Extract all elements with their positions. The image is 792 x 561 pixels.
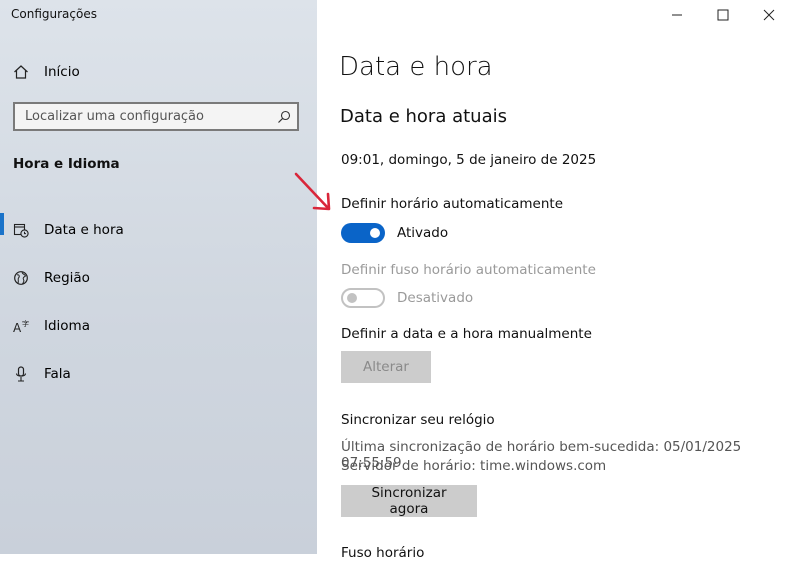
auto-timezone-label: Definir fuso horário automaticamente bbox=[341, 262, 596, 278]
auto-time-toggle[interactable] bbox=[341, 223, 385, 243]
search-icon[interactable] bbox=[271, 110, 297, 124]
app-title: Configurações bbox=[11, 7, 97, 21]
sidebar: Configurações Início Hora e Idioma Data … bbox=[0, 0, 317, 554]
section-heading-current: Data e hora atuais bbox=[340, 106, 507, 127]
timezone-section-title: Fuso horário bbox=[341, 545, 425, 561]
home-label: Início bbox=[44, 64, 80, 80]
sidebar-item-fala[interactable]: Fala bbox=[0, 350, 317, 398]
sidebar-item-label: Idioma bbox=[44, 318, 90, 334]
sidebar-item-label: Data e hora bbox=[44, 222, 124, 238]
svg-text:字: 字 bbox=[22, 319, 29, 328]
sidebar-item-regiao[interactable]: Região bbox=[0, 254, 317, 302]
toggle-knob bbox=[370, 228, 380, 238]
sync-clock-label: Sincronizar seu relógio bbox=[341, 412, 495, 428]
change-button: Alterar bbox=[341, 351, 431, 383]
minimize-icon bbox=[672, 14, 682, 16]
window-controls bbox=[654, 0, 792, 30]
sidebar-item-idioma[interactable]: A字 Idioma bbox=[0, 302, 317, 350]
page-title: Data e hora bbox=[339, 52, 493, 82]
sidebar-item-data-e-hora[interactable]: Data e hora bbox=[0, 206, 317, 254]
section-title: Hora e Idioma bbox=[13, 156, 120, 172]
calendar-clock-icon bbox=[12, 221, 30, 239]
minimize-button[interactable] bbox=[654, 0, 700, 30]
sidebar-item-label: Região bbox=[44, 270, 90, 286]
sidebar-item-label: Fala bbox=[44, 366, 71, 382]
current-date-time: 09:01, domingo, 5 de janeiro de 2025 bbox=[341, 152, 597, 168]
sync-now-button[interactable]: Sincronizar agora bbox=[341, 485, 477, 517]
close-button[interactable] bbox=[746, 0, 792, 30]
manual-time-label: Definir a data e a hora manualmente bbox=[341, 326, 592, 342]
toggle-knob bbox=[347, 293, 357, 303]
auto-timezone-toggle-row: Desativado bbox=[341, 288, 473, 308]
microphone-icon bbox=[12, 365, 30, 383]
close-icon bbox=[763, 9, 775, 21]
main-panel: Data e hora Data e hora atuais 09:01, do… bbox=[317, 0, 792, 561]
auto-time-state: Ativado bbox=[397, 225, 449, 241]
auto-time-label: Definir horário automaticamente bbox=[341, 196, 563, 212]
auto-timezone-state: Desativado bbox=[397, 290, 474, 306]
language-icon: A字 bbox=[12, 317, 30, 335]
annotation-arrow-icon bbox=[294, 172, 331, 211]
home-icon bbox=[12, 63, 30, 81]
svg-text:A: A bbox=[13, 321, 22, 334]
home-nav-item[interactable]: Início bbox=[12, 61, 80, 83]
sidebar-nav: Data e hora Região A字 Idioma Fala bbox=[0, 206, 317, 398]
auto-time-toggle-row[interactable]: Ativado bbox=[341, 223, 448, 243]
time-server-text: Servidor de horário: time.windows.com bbox=[341, 458, 607, 474]
maximize-icon bbox=[717, 9, 729, 21]
search-box[interactable] bbox=[13, 102, 299, 131]
globe-icon bbox=[12, 269, 30, 287]
search-input[interactable] bbox=[15, 109, 271, 124]
auto-timezone-toggle bbox=[341, 288, 385, 308]
maximize-button[interactable] bbox=[700, 0, 746, 30]
